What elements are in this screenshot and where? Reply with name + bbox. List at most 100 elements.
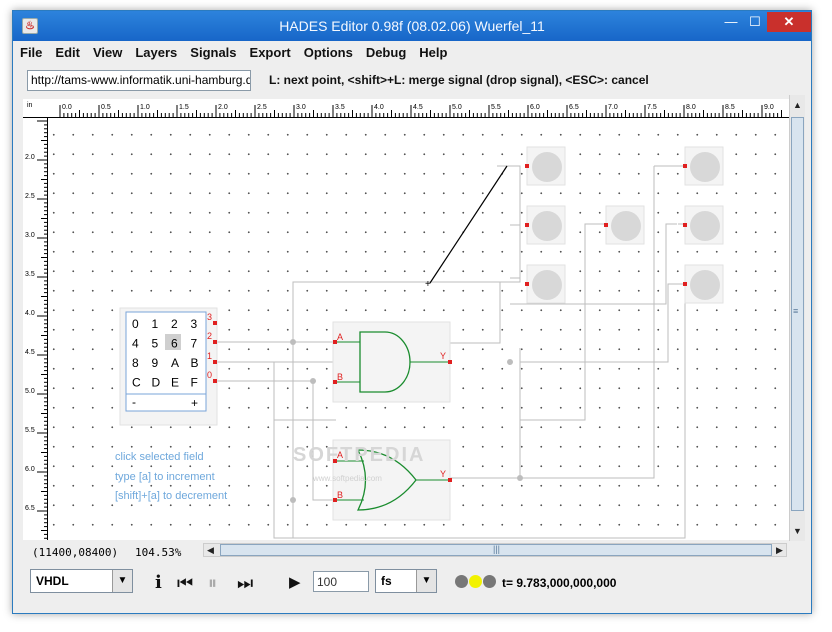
scroll-right-arrow[interactable]: ▶ xyxy=(776,544,783,556)
keypad-key[interactable]: 5 xyxy=(152,337,159,351)
keypad-instructions: click selected field type [a] to increme… xyxy=(115,451,227,502)
keypad-key[interactable]: 3 xyxy=(191,317,198,331)
menu-edit[interactable]: Edit xyxy=(55,45,80,60)
wire xyxy=(217,361,339,384)
menu-signals[interactable]: Signals xyxy=(190,45,236,60)
rewind-icon[interactable]: ⏮ xyxy=(177,574,193,592)
lamp-led[interactable] xyxy=(532,270,562,300)
wire xyxy=(217,380,336,421)
chevron-down-icon[interactable]: ▼ xyxy=(416,570,436,592)
active-signal-line[interactable] xyxy=(429,165,508,284)
cursor-crosshair: + xyxy=(425,279,431,290)
led-lamps xyxy=(525,146,724,304)
ruler-label: 6.0 xyxy=(25,466,35,473)
keypad-key[interactable]: 4 xyxy=(132,337,139,351)
ruler-label: 5.5 xyxy=(25,427,35,434)
simulation-time: t= 9.783,000,000,000 xyxy=(502,576,617,590)
ruler-label: 2.0 xyxy=(218,104,228,111)
info-icon[interactable]: i xyxy=(155,574,162,592)
lamp-led[interactable] xyxy=(532,211,562,241)
keypad-pin-0 xyxy=(213,379,217,383)
status-hint: L: next point, <shift>+L: merge signal (… xyxy=(269,73,649,87)
horizontal-grip: ||| xyxy=(493,544,501,554)
instruction-line: type [a] to increment xyxy=(115,471,215,483)
ruler-label: 4.0 xyxy=(374,104,384,111)
top-ruler: in 0.0 0.5 1.0 1.5 2.0 2.5 3.0 3.5 4.0 4.5 5.0 5.5 6… xyxy=(23,99,789,118)
keypad-pin-label-2: 2 xyxy=(207,331,212,341)
keypad-key[interactable]: 6 xyxy=(171,337,178,351)
and-gate[interactable]: A B Y xyxy=(332,321,452,403)
lamp-led[interactable] xyxy=(611,211,641,241)
keypad-key[interactable]: 0 xyxy=(132,317,139,331)
time-unit-select[interactable]: fs ▼ xyxy=(375,569,437,593)
keypad-key[interactable]: E xyxy=(171,376,179,390)
window-title: HADES Editor 0.98f (08.02.06) Wuerfel_11 xyxy=(279,18,545,34)
url-field[interactable]: http://tams-www.informatik.uni-hamburg.d… xyxy=(27,70,251,91)
time-step-field[interactable]: 100 xyxy=(313,571,369,592)
scroll-up-arrow[interactable]: ▲ xyxy=(793,99,802,111)
top-ruler-svg: in 0.0 0.5 1.0 1.5 2.0 2.5 3.0 3.5 4.0 4.5 5.0 5.5 6… xyxy=(27,102,782,118)
wire xyxy=(450,281,520,344)
scroll-down-arrow[interactable]: ▼ xyxy=(793,525,802,537)
keypad-key[interactable]: 8 xyxy=(132,356,139,370)
keypad-key[interactable]: F xyxy=(191,376,198,390)
horizontal-scrollbar[interactable]: ◀ ||| ▶ xyxy=(203,543,787,557)
keypad-key[interactable]: 2 xyxy=(171,317,178,331)
ruler-label: 7.0 xyxy=(608,104,618,111)
keypad-key[interactable]: 9 xyxy=(152,356,159,370)
lamp-led[interactable] xyxy=(690,152,720,182)
keypad-key[interactable]: D xyxy=(152,376,161,390)
cursor-coordinates: (11400,08400) xyxy=(32,546,119,559)
keypad-pin-1 xyxy=(213,360,217,364)
lamp-led[interactable] xyxy=(532,152,562,182)
keypad-minus[interactable]: - xyxy=(132,395,136,409)
keypad-key[interactable]: B xyxy=(191,356,199,370)
lamp-led[interactable] xyxy=(690,211,720,241)
menu-help[interactable]: Help xyxy=(419,45,447,60)
menu-file[interactable]: File xyxy=(20,45,42,60)
maximize-button[interactable]: ☐ xyxy=(743,12,767,32)
status-led-1 xyxy=(455,575,468,588)
instruction-line: click selected field xyxy=(115,451,204,463)
schematic-canvas[interactable]: + A B Y A B Y SOFTPEDIA www.softpedia.co… xyxy=(48,118,789,540)
ruler-label: 6.0 xyxy=(530,104,540,111)
menu-debug[interactable]: Debug xyxy=(366,45,406,60)
fast-forward-icon[interactable]: ⏭ xyxy=(237,574,253,592)
menu-view[interactable]: View xyxy=(93,45,122,60)
lamp-led[interactable] xyxy=(690,270,720,300)
menu-export[interactable]: Export xyxy=(250,45,291,60)
and-pin-y xyxy=(448,360,452,364)
language-select[interactable]: VHDL ▼ xyxy=(30,569,133,593)
keypad-key[interactable]: 7 xyxy=(191,337,198,351)
keypad-key[interactable]: 1 xyxy=(152,317,159,331)
ruler-label: 2.0 xyxy=(25,154,35,161)
close-button[interactable]: ✕ xyxy=(767,12,811,32)
keypad-key[interactable]: C xyxy=(132,376,141,390)
hex-keypad[interactable]: 0 1 2 34 5 6 78 9 A BC D E F - + 3 2 1 0 xyxy=(119,307,218,426)
keypad-key[interactable]: A xyxy=(171,356,179,370)
ruler-label: 3.5 xyxy=(25,271,35,278)
play-icon[interactable]: ▶ xyxy=(289,574,301,592)
ruler-label: 3.0 xyxy=(25,232,35,239)
ruler-label: 2.5 xyxy=(257,104,267,111)
chevron-down-icon[interactable]: ▼ xyxy=(112,570,132,592)
vertical-scrollbar[interactable]: ▲ ≡ ▼ xyxy=(789,95,805,541)
ruler-label: 9.0 xyxy=(764,104,774,111)
vertical-scroll-thumb[interactable]: ≡ xyxy=(791,117,804,511)
softpedia-watermark: SOFTPEDIA xyxy=(293,444,425,466)
wire xyxy=(497,165,521,279)
ruler-label: 8.5 xyxy=(725,104,735,111)
scroll-left-arrow[interactable]: ◀ xyxy=(207,544,214,556)
vertical-grip: ≡ xyxy=(793,306,799,316)
lamp-pin xyxy=(683,164,687,168)
and-label-y: Y xyxy=(440,351,446,361)
keypad-plus[interactable]: + xyxy=(191,396,198,410)
menu-layers[interactable]: Layers xyxy=(135,45,177,60)
hades-editor-window: ♨ HADES Editor 0.98f (08.02.06) Wuerfel_… xyxy=(12,10,812,614)
menu-options[interactable]: Options xyxy=(304,45,353,60)
pause-icon[interactable]: ⏸ xyxy=(208,574,217,592)
minimize-button[interactable]: — xyxy=(719,12,743,32)
horizontal-scroll-thumb[interactable]: ||| xyxy=(220,544,772,556)
ruler-unit-label: in xyxy=(27,102,33,109)
or-label-y: Y xyxy=(440,469,446,479)
